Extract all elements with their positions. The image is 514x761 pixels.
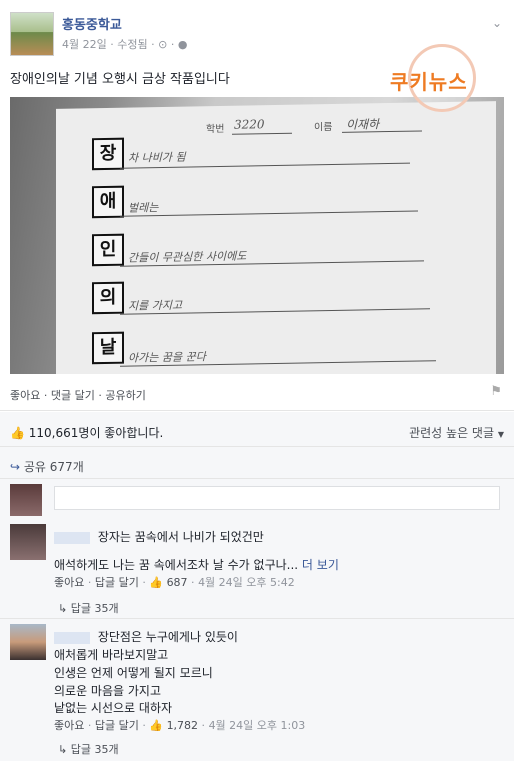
reply-count: 답글 35개 xyxy=(70,743,119,756)
post-meta: 4월 22일 · 수정됨 · ⊙ · ● xyxy=(62,36,187,52)
thumbs-up-icon: 👍 xyxy=(10,426,25,440)
student-no: 3220 xyxy=(234,117,265,132)
meta-separator: · xyxy=(110,38,114,51)
edited-label[interactable]: 수정됨 xyxy=(117,38,147,51)
comment-reply-link[interactable]: 답글 달기 xyxy=(95,576,139,589)
comment-text: 장자는 꿈속에서 나비가 되었건만 xyxy=(54,528,264,545)
comment-footer: 좋아요 · 답글 달기 · 👍 687 · 4월 24일 오후 5:42 xyxy=(54,576,295,589)
clock-icon: ⊙ xyxy=(158,38,168,51)
divider xyxy=(0,618,514,619)
likes-count: 110,661명이 좋아합니다. xyxy=(28,426,164,440)
share-arrow-icon: ↪ xyxy=(10,460,21,474)
reply-count: 답글 35개 xyxy=(70,602,119,615)
comment-line: 장자는 꿈속에서 나비가 되었건만 xyxy=(97,530,264,544)
comment-time[interactable]: 4월 24일 오후 1:03 xyxy=(209,719,306,732)
commenter-name[interactable] xyxy=(54,631,90,644)
page-avatar[interactable] xyxy=(10,12,54,56)
writing-line xyxy=(120,210,418,217)
comment-like-link[interactable]: 좋아요 xyxy=(54,576,84,589)
poem-sheet: 학번 3220 이름 이재하 장 차 나비가 됨 애 벌레는 인 간들이 무관심… xyxy=(56,101,496,374)
post-date[interactable]: 4월 22일 xyxy=(62,38,107,51)
replies-link[interactable]: ↳ 답글 35개 xyxy=(58,741,119,757)
post-caption: 장애인의날 기념 오행시 금상 작품입니다 xyxy=(10,72,230,87)
meta-separator: · xyxy=(151,38,155,51)
globe-icon: ● xyxy=(177,38,188,51)
comment-line: 장단점은 누구에게나 있듯이 xyxy=(97,630,238,644)
acrostic-char-5: 날 xyxy=(92,331,124,365)
acrostic-char-4: 의 xyxy=(92,281,124,315)
comment-reply-link[interactable]: 답글 달기 xyxy=(95,719,139,732)
comment-line: 의로운 마음을 가지고 xyxy=(54,684,161,698)
commenter-avatar[interactable] xyxy=(10,624,46,660)
share-link[interactable]: 공유하기 xyxy=(105,389,145,402)
page-name-link[interactable]: 홍동중학교 xyxy=(62,14,122,33)
meta-separator: · xyxy=(170,38,175,51)
sort-label: 관련성 높은 댓글 xyxy=(409,426,495,440)
comment-input[interactable] xyxy=(54,486,500,510)
action-separator: · xyxy=(43,389,48,402)
action-separator: · xyxy=(98,389,102,402)
comment-link[interactable]: 댓글 달기 xyxy=(51,389,95,402)
watermark-text: 쿠키뉴스 xyxy=(390,70,468,94)
comment-line: 애석하게도 나는 꿈 속에서조차 날 수가 없구나... xyxy=(54,558,299,572)
reply-arrow-icon: ↳ xyxy=(58,602,68,615)
comment-like-link[interactable]: 좋아요 xyxy=(54,719,84,732)
commenter-avatar[interactable] xyxy=(10,524,46,560)
flag-icon[interactable]: ⚑ xyxy=(490,384,502,399)
shares-count: 공유 677개 xyxy=(23,460,84,474)
comment-sort-dropdown[interactable]: 관련성 높은 댓글 ▼ xyxy=(409,424,504,441)
comment-composer xyxy=(10,484,504,516)
thumbs-up-icon: 👍 xyxy=(149,719,164,732)
thumbs-up-icon: 👍 xyxy=(149,576,164,589)
news-watermark-logo: 쿠키뉴스 xyxy=(390,44,488,124)
acrostic-line-4: 지를 가지고 xyxy=(128,298,183,313)
comment-like-count[interactable]: 1,782 xyxy=(167,719,199,732)
comment-time[interactable]: 4월 24일 오후 5:42 xyxy=(198,576,295,589)
see-more-link[interactable]: 더 보기 xyxy=(302,558,339,572)
caret-down-icon: ▼ xyxy=(497,430,504,439)
comment-like-count[interactable]: 687 xyxy=(167,576,188,589)
acrostic-line-1: 차 나비가 됨 xyxy=(128,150,186,165)
underline xyxy=(232,132,292,135)
comment-footer: 좋아요 · 답글 달기 · 👍 1,782 · 4월 24일 오후 1:03 xyxy=(54,719,306,732)
acrostic-char-2: 애 xyxy=(92,185,124,219)
comment-line: 인생은 언제 어떻게 될지 모르니 xyxy=(54,666,213,680)
comment-line: 애처롭게 바라보지말고 xyxy=(54,648,169,662)
post-photo[interactable]: 학번 3220 이름 이재하 장 차 나비가 됨 애 벌레는 인 간들이 무관심… xyxy=(10,97,504,374)
comment-text: 애석하게도 나는 꿈 속에서조차 날 수가 없구나... 더 보기 xyxy=(54,556,339,573)
likes-summary[interactable]: 👍 110,661명이 좋아합니다. xyxy=(10,424,163,441)
post-actions: 좋아요 · 댓글 달기 · 공유하기 xyxy=(10,387,146,403)
shares-link[interactable]: ↪ 공유 677개 xyxy=(10,458,84,475)
divider xyxy=(0,410,514,411)
name-label: 이름 xyxy=(314,122,333,134)
chevron-down-icon[interactable]: ⌄ xyxy=(492,16,502,30)
replies-link[interactable]: ↳ 답글 35개 xyxy=(58,600,119,616)
user-avatar xyxy=(10,484,42,516)
divider xyxy=(0,478,514,479)
reply-arrow-icon: ↳ xyxy=(58,743,68,756)
underline xyxy=(342,130,422,133)
student-name: 이재하 xyxy=(346,117,380,132)
facebook-post-card: 홍동중학교 4월 22일 · 수정됨 · ⊙ · ● ⌄ 장애인의날 기념 오행… xyxy=(0,0,514,761)
student-no-label: 학번 xyxy=(206,123,225,136)
comment-line: 낱없는 시선으로 대하자 xyxy=(54,701,173,715)
acrostic-char-1: 장 xyxy=(92,137,124,171)
acrostic-line-5: 아가는 꿈을 꾼다 xyxy=(128,350,206,365)
like-link[interactable]: 좋아요 xyxy=(10,389,40,402)
comment-text: 장단점은 누구에게나 있듯이 xyxy=(54,628,238,645)
acrostic-char-3: 인 xyxy=(92,233,124,267)
commenter-name[interactable] xyxy=(54,531,90,544)
acrostic-line-2: 벌레는 xyxy=(128,201,159,215)
divider xyxy=(0,446,514,447)
